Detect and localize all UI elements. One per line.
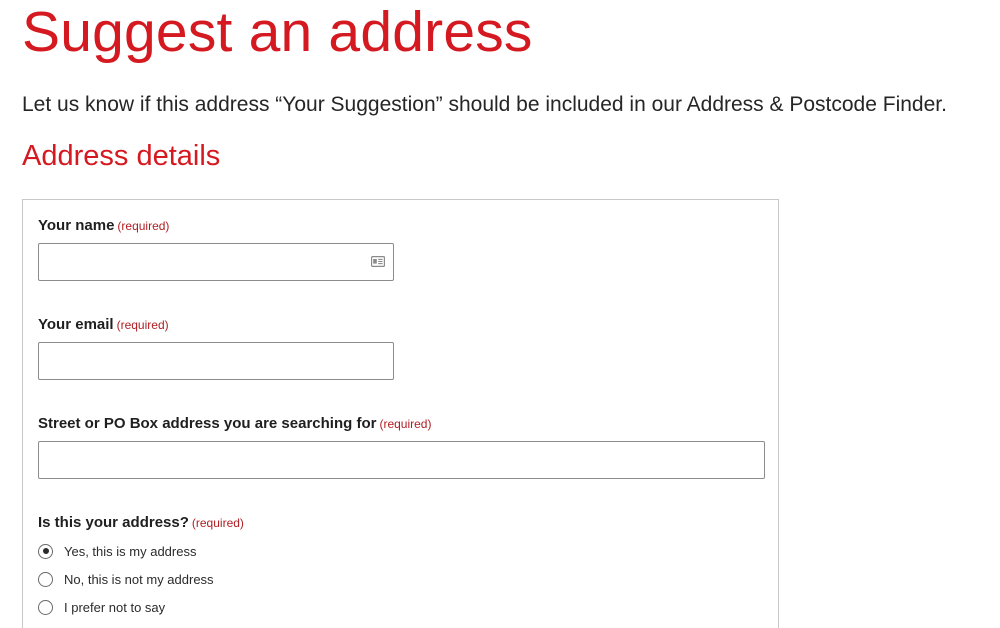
required-marker: (required) <box>379 417 432 431</box>
radio-button-yes[interactable] <box>38 543 53 559</box>
page-title: Suggest an address <box>22 0 533 64</box>
required-marker: (required) <box>191 516 244 530</box>
email-field-label: Your email (required) <box>38 315 169 335</box>
radio-label-prefer-not: I prefer not to say <box>64 599 166 615</box>
radio-button-no[interactable] <box>38 571 53 587</box>
contact-card-icon[interactable] <box>371 256 385 267</box>
radio-option-prefer-not[interactable]: I prefer not to say <box>38 597 165 617</box>
name-input[interactable] <box>38 243 394 281</box>
email-input[interactable] <box>38 342 394 380</box>
radio-option-yes[interactable]: Yes, this is my address <box>38 541 196 561</box>
street-label-text: Street or PO Box address you are searchi… <box>38 415 377 432</box>
radio-option-no[interactable]: No, this is not my address <box>38 569 214 589</box>
radio-label-yes: Yes, this is my address <box>64 543 197 559</box>
required-marker: (required) <box>116 318 169 332</box>
section-heading-address-details: Address details <box>22 140 221 172</box>
is-your-address-label-text: Is this your address? <box>38 514 189 531</box>
street-address-input[interactable] <box>38 441 765 479</box>
email-label-text: Your email <box>38 316 114 333</box>
radio-button-prefer-not[interactable] <box>38 599 53 615</box>
is-your-address-label: Is this your address? (required) <box>38 513 244 533</box>
intro-text: Let us know if this address “Your Sugges… <box>22 93 947 116</box>
street-field-label: Street or PO Box address you are searchi… <box>38 414 431 434</box>
radio-label-no: No, this is not my address <box>64 571 214 587</box>
required-marker: (required) <box>117 219 170 233</box>
name-field-label: Your name (required) <box>38 216 169 236</box>
name-label-text: Your name <box>38 217 115 234</box>
